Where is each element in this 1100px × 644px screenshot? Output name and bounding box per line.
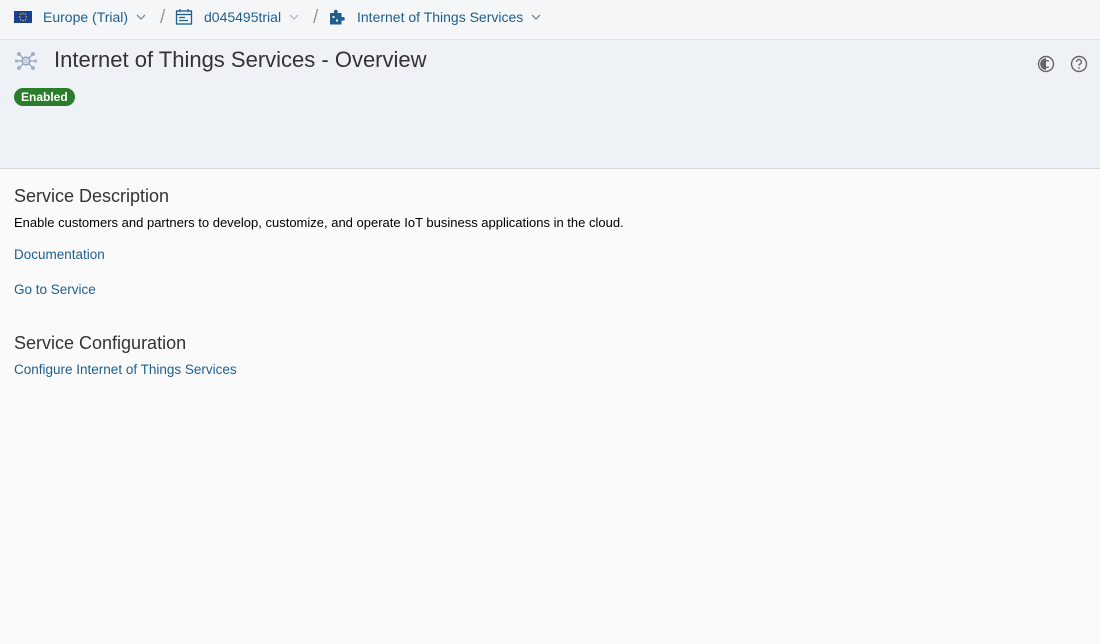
- theme-toggle-icon[interactable]: [1037, 55, 1055, 73]
- service-description-text: Enable customers and partners to develop…: [14, 215, 624, 230]
- chevron-down-icon[interactable]: [288, 11, 300, 23]
- breadcrumb-region-label[interactable]: Europe (Trial): [43, 9, 128, 25]
- configure-service-link[interactable]: Configure Internet of Things Services: [14, 362, 237, 377]
- breadcrumb-account[interactable]: d045495trial: [175, 0, 300, 34]
- breadcrumb-region[interactable]: Europe (Trial): [14, 0, 147, 34]
- breadcrumb-separator: /: [313, 7, 319, 28]
- page-title: Internet of Things Services - Overview: [54, 47, 427, 72]
- iot-network-icon: [14, 52, 38, 70]
- go-to-service-link[interactable]: Go to Service: [14, 282, 96, 297]
- status-badge: Enabled: [14, 88, 75, 106]
- breadcrumb: Europe (Trial) / d045495trial / Internet…: [0, 0, 1100, 40]
- page-header: Internet of Things Services - Overview E…: [0, 40, 1100, 169]
- puzzle-icon: [330, 9, 345, 25]
- help-icon[interactable]: [1070, 55, 1088, 73]
- page: Europe (Trial) / d045495trial / Internet…: [0, 0, 1100, 644]
- breadcrumb-account-label[interactable]: d045495trial: [204, 9, 281, 25]
- breadcrumb-service-label[interactable]: Internet of Things Services: [357, 9, 523, 25]
- breadcrumb-separator: /: [160, 7, 166, 28]
- eu-flag-icon: [14, 11, 32, 23]
- documentation-link[interactable]: Documentation: [14, 247, 105, 262]
- chevron-down-icon[interactable]: [530, 11, 542, 23]
- breadcrumb-service[interactable]: Internet of Things Services: [328, 0, 542, 34]
- service-description-heading: Service Description: [14, 186, 170, 206]
- subaccount-icon: [175, 9, 193, 25]
- service-configuration-heading: Service Configuration: [14, 333, 187, 353]
- chevron-down-icon[interactable]: [135, 11, 147, 23]
